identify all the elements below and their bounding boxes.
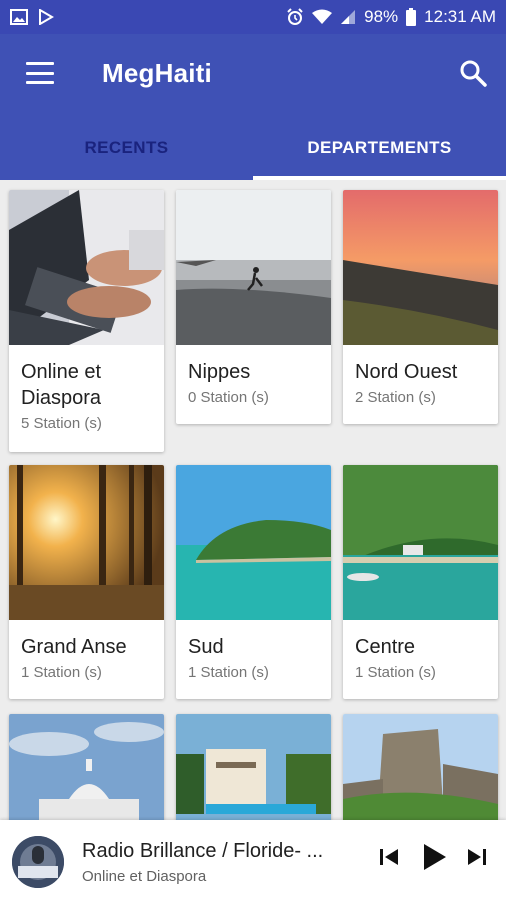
play-store-icon — [39, 9, 54, 25]
department-image — [9, 190, 164, 345]
tab-recents[interactable]: RECENTS — [0, 116, 253, 180]
department-image — [343, 465, 498, 620]
clock: 12:31 AM — [424, 7, 496, 26]
skip-previous-icon[interactable] — [378, 846, 400, 868]
station-logo — [12, 836, 64, 888]
station-count: 2 Station (s) — [355, 389, 436, 406]
department-image — [9, 714, 164, 824]
skip-next-icon[interactable] — [466, 846, 488, 868]
department-card-partial[interactable] — [176, 714, 331, 824]
app-bar: MegHaiti — [0, 34, 506, 116]
now-playing-bar[interactable]: Radio Brillance / Floride- ... Online et… — [0, 820, 506, 900]
station-count: 1 Station (s) — [21, 664, 102, 681]
station-count: 1 Station (s) — [355, 664, 436, 681]
app-title: MegHaiti — [102, 58, 212, 88]
department-image — [176, 465, 331, 620]
battery-percent: 98% — [364, 7, 399, 26]
department-image — [176, 190, 331, 345]
department-name: Nippes — [188, 361, 251, 383]
department-name: Grand Anse — [21, 636, 127, 658]
department-image — [343, 190, 498, 345]
status-bar: 98% 12:31 AM — [0, 0, 506, 34]
alarm-icon — [287, 8, 303, 25]
department-image — [343, 714, 498, 824]
station-count: 5 Station (s) — [21, 415, 102, 432]
department-card-nord-ouest[interactable]: Nord Ouest 2 Station (s) — [343, 190, 498, 424]
department-name: Centre — [355, 636, 416, 658]
now-playing-title: Radio Brillance / Floride- ... — [82, 840, 324, 862]
department-card-partial[interactable] — [9, 714, 164, 824]
department-image — [176, 714, 331, 824]
tab-bar: RECENTS DEPARTEMENTS — [0, 116, 506, 180]
department-card-centre[interactable]: Centre 1 Station (s) — [343, 465, 498, 699]
wifi-icon — [312, 9, 333, 24]
play-icon[interactable] — [422, 842, 448, 872]
department-image — [9, 465, 164, 620]
signal-icon — [341, 10, 356, 24]
station-count: 1 Station (s) — [188, 664, 269, 681]
station-count: 0 Station (s) — [188, 389, 269, 406]
department-name: Online et Diaspora — [21, 361, 102, 409]
search-icon[interactable] — [458, 58, 488, 88]
department-card-sud[interactable]: Sud 1 Station (s) — [176, 465, 331, 699]
department-name: Nord Ouest — [355, 361, 458, 383]
image-notification-icon — [10, 9, 28, 25]
department-card-online-et-diaspora[interactable]: Online et Diaspora 5 Station (s) — [9, 190, 164, 452]
tab-departements[interactable]: DEPARTEMENTS — [253, 116, 506, 180]
department-card-partial[interactable] — [343, 714, 498, 824]
department-name: Sud — [188, 636, 224, 658]
menu-icon[interactable] — [26, 62, 54, 84]
battery-icon — [406, 8, 417, 26]
now-playing-subtitle: Online et Diaspora — [82, 868, 207, 885]
department-card-grand-anse[interactable]: Grand Anse 1 Station (s) — [9, 465, 164, 699]
department-card-nippes[interactable]: Nippes 0 Station (s) — [176, 190, 331, 424]
